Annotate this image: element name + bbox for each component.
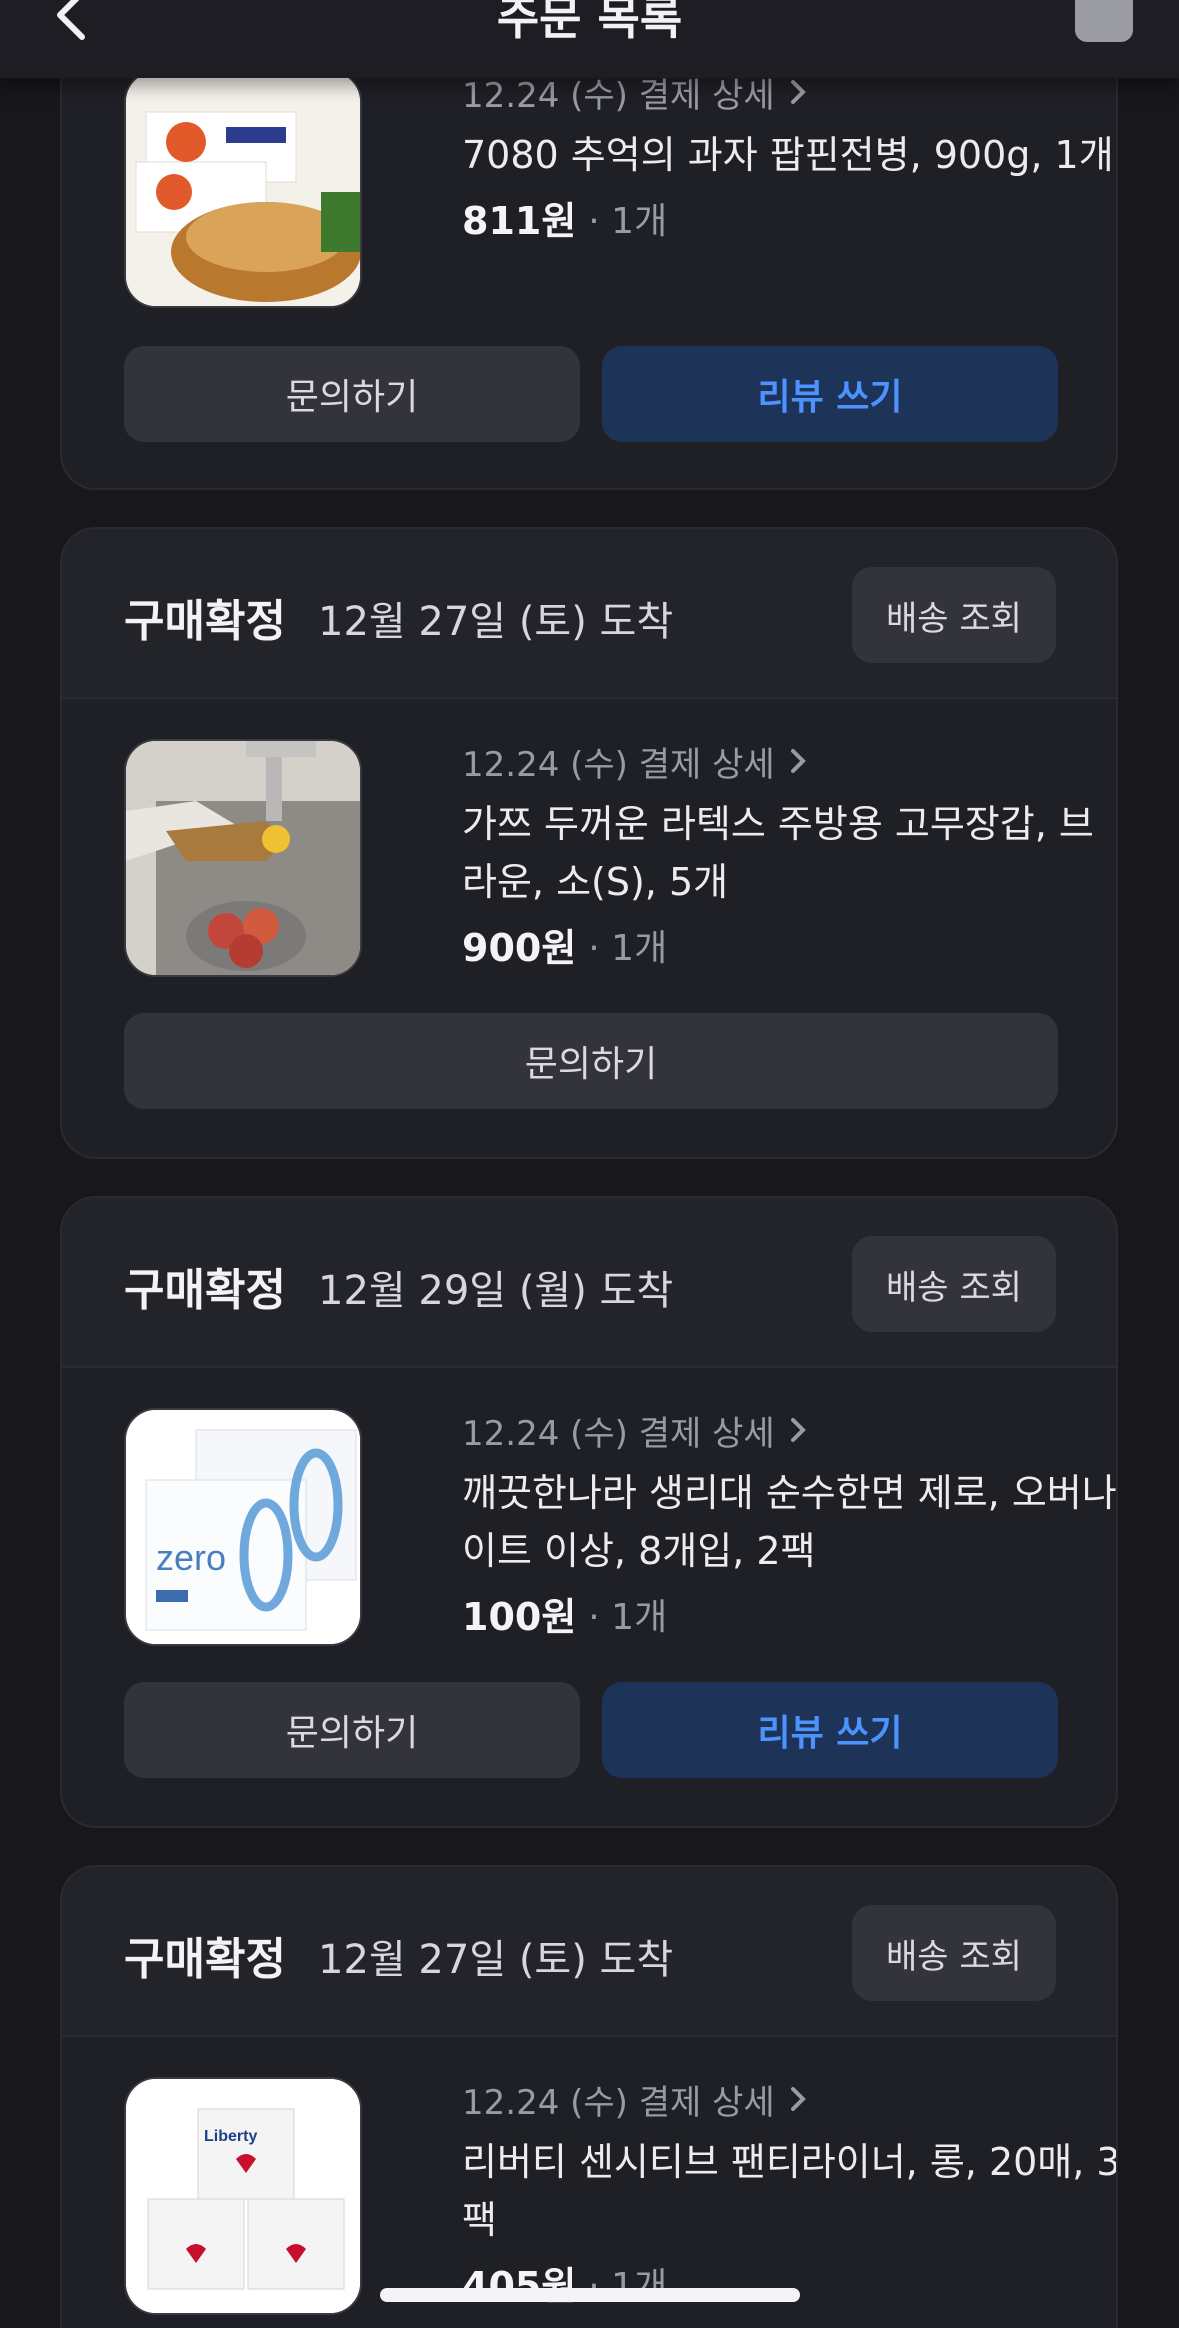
arrival-date: 12월 27일 (토) 도착	[318, 599, 674, 645]
chevron-right-icon	[790, 2087, 806, 2111]
track-delivery-button[interactable]: 배송 조회	[852, 1236, 1056, 1332]
inquiry-button[interactable]: 문의하기	[124, 1682, 580, 1778]
price-row: 900원 · 1개	[462, 917, 1116, 972]
chevron-right-icon	[790, 749, 806, 773]
order-card-header: 구매확정 12월 29일 (월) 도착 배송 조회	[62, 1198, 1116, 1368]
inquiry-button[interactable]: 문의하기	[124, 346, 580, 442]
price: 900원	[462, 926, 577, 970]
order-status: 구매확정	[124, 596, 286, 647]
home-indicator[interactable]	[380, 2288, 800, 2302]
product-thumbnail[interactable]	[124, 739, 362, 977]
arrival-date: 12월 29일 (월) 도착	[318, 1268, 674, 1314]
product-name[interactable]: 리버티 센시티브 팬티라이너, 롱, 20매, 3팩	[462, 2133, 1116, 2249]
payment-detail-label: 12.24 (수) 결제 상세	[462, 2082, 775, 2123]
order-status: 구매확정	[124, 1934, 286, 1985]
track-delivery-button[interactable]: 배송 조회	[852, 567, 1056, 663]
price: 811원	[462, 199, 577, 243]
order-status: 구매확정	[124, 1265, 286, 1316]
gloves-product-image	[126, 741, 360, 975]
page-title: 주문 목록	[496, 0, 683, 45]
price: 100원	[462, 1595, 577, 1639]
item-meta: 12.24 (수) 결제 상세 가쯔 두꺼운 라텍스 주방용 고무장갑, 브라운…	[462, 739, 1116, 972]
top-header: 주문 목록	[0, 0, 1179, 78]
payment-detail-link[interactable]: 12.24 (수) 결제 상세	[462, 2077, 1116, 2123]
chevron-right-icon	[790, 80, 806, 104]
write-review-button[interactable]: 리뷰 쓰기	[602, 1682, 1058, 1778]
liner-product-image: Liberty	[126, 2079, 360, 2313]
chevron-right-icon	[790, 1418, 806, 1442]
track-delivery-button[interactable]: 배송 조회	[852, 1905, 1056, 2001]
payment-detail-label: 12.24 (수) 결제 상세	[462, 744, 775, 785]
order-list-page: 주문 목록 12.24 (수) 결제 상세 7080 추억의 과자 팝핀전병, …	[0, 0, 1179, 2328]
inquiry-button[interactable]: 문의하기	[124, 1013, 1058, 1109]
pad-product-image: zero	[126, 1410, 360, 1644]
write-review-button[interactable]: 리뷰 쓰기	[602, 346, 1058, 442]
product-name[interactable]: 7080 추억의 과자 팝핀전병, 900g, 1개	[462, 126, 1116, 184]
item-meta: 12.24 (수) 결제 상세 깨끗한나라 생리대 순수한면 제로, 오버나이트…	[462, 1408, 1116, 1641]
item-meta: 12.24 (수) 결제 상세 7080 추억의 과자 팝핀전병, 900g, …	[462, 70, 1116, 245]
product-thumbnail[interactable]: Liberty	[124, 2077, 362, 2315]
cart-icon[interactable]	[1075, 0, 1133, 42]
quantity: · 1개	[588, 1596, 668, 1638]
product-thumbnail[interactable]: zero	[124, 1408, 362, 1646]
item-meta: 12.24 (수) 결제 상세 리버티 센시티브 팬티라이너, 롱, 20매, …	[462, 2077, 1116, 2310]
thumbnail-brand-text: zero	[156, 1537, 226, 1578]
quantity: · 1개	[588, 200, 668, 242]
order-card: 구매확정 12월 27일 (토) 도착 배송 조회 12.24 (수) 결제 상…	[60, 527, 1118, 1159]
price-row: 100원 · 1개	[462, 1586, 1116, 1641]
product-name[interactable]: 가쯔 두꺼운 라텍스 주방용 고무장갑, 브라운, 소(S), 5개	[462, 795, 1116, 911]
order-card: 구매확정 12월 29일 (월) 도착 배송 조회 zero 12.24 (수)…	[60, 1196, 1118, 1828]
quantity: · 1개	[588, 927, 668, 969]
arrival-date: 12월 27일 (토) 도착	[318, 1937, 674, 1983]
order-card-header: 구매확정 12월 27일 (토) 도착 배송 조회	[62, 1867, 1116, 2037]
order-card-header: 구매확정 12월 27일 (토) 도착 배송 조회	[62, 529, 1116, 699]
payment-detail-link[interactable]: 12.24 (수) 결제 상세	[462, 739, 1116, 785]
price-row: 811원 · 1개	[462, 190, 1116, 245]
product-thumbnail[interactable]	[124, 70, 362, 308]
product-name[interactable]: 깨끗한나라 생리대 순수한면 제로, 오버나이트 이상, 8개입, 2팩	[462, 1464, 1116, 1580]
payment-detail-label: 12.24 (수) 결제 상세	[462, 1413, 775, 1454]
snack-product-image	[126, 72, 360, 306]
order-card: 구매확정 12월 27일 (토) 도착 배송 조회 Liberty 12.24 …	[60, 1865, 1118, 2328]
thumbnail-brand-text: Liberty	[204, 2128, 257, 2145]
payment-detail-link[interactable]: 12.24 (수) 결제 상세	[462, 1408, 1116, 1454]
